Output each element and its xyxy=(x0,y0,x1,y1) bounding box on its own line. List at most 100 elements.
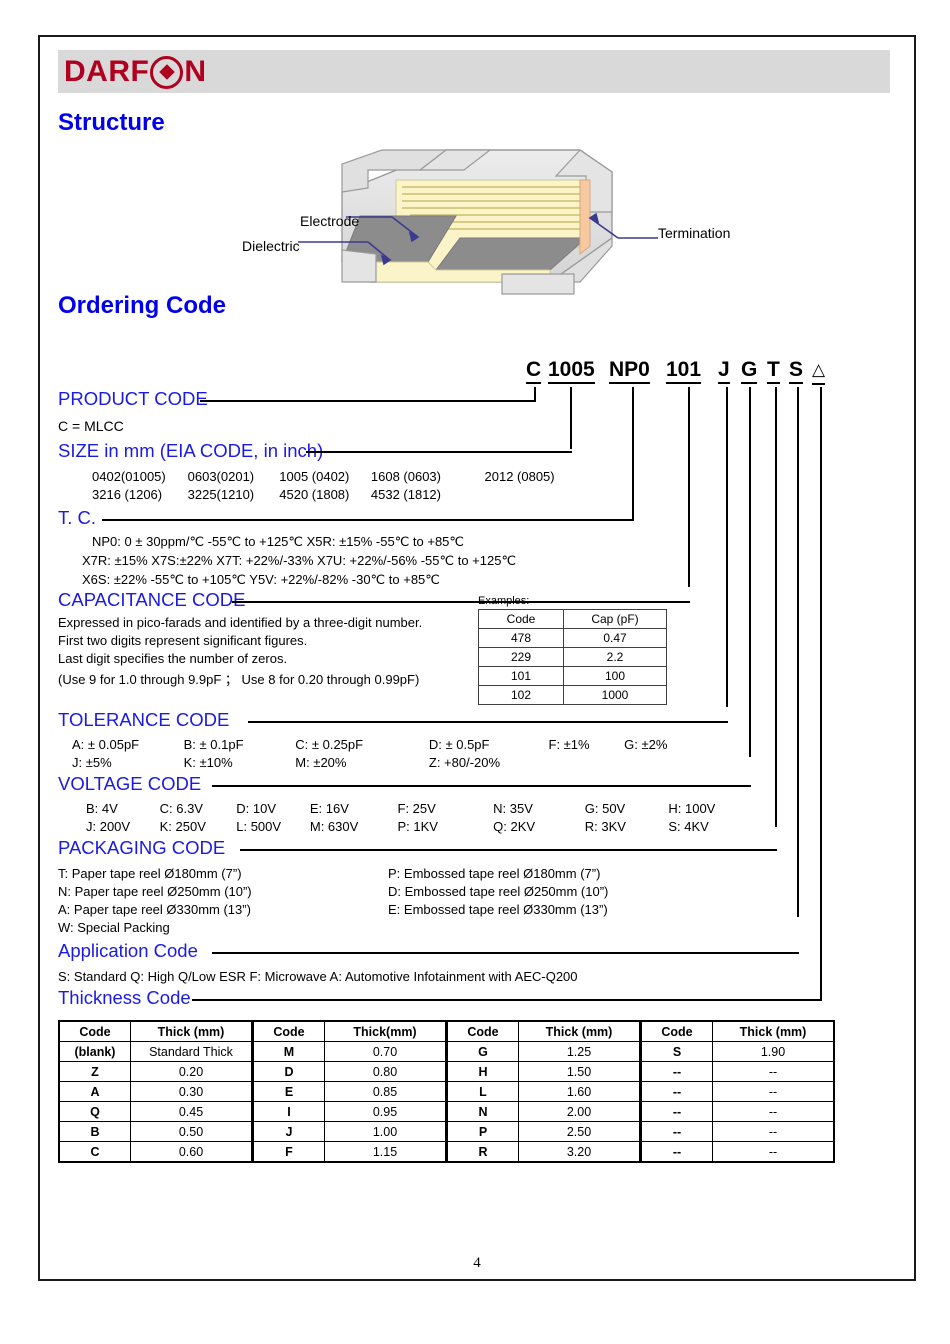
thk-header-5: Thick (mm) xyxy=(518,1020,641,1042)
leader-v-tc xyxy=(632,387,634,519)
page-number: 4 xyxy=(473,1255,481,1271)
leader-v-tolerance xyxy=(726,387,728,707)
table-row: (blank) Standard Thick M 0.70 G 1.25 S 1… xyxy=(58,1041,835,1062)
size-cell: 4532 (1812) xyxy=(370,487,441,502)
leader-v-packaging xyxy=(775,387,777,827)
brand-name-before: DARF xyxy=(64,55,150,88)
thk-cell: 1.50 xyxy=(518,1061,641,1082)
thk-cell: I xyxy=(251,1101,325,1122)
examples-header-code: Code xyxy=(478,609,564,629)
code-segment-voltage: G xyxy=(741,359,758,384)
leader-h-application xyxy=(212,952,799,954)
diagram-label-electrode: Electrode xyxy=(300,213,360,229)
voltage-cell: B: 4V xyxy=(86,801,118,816)
voltage-row-1: B: 4V C: 6.3V D: 10V E: 16V F: 25V N: 35… xyxy=(86,801,715,816)
code-segment-application: S xyxy=(789,359,804,384)
table-header-row: Code Cap (pF) xyxy=(478,609,667,629)
voltage-cell: Q: 2KV xyxy=(493,819,536,834)
table-row: 478 0.47 xyxy=(478,628,667,648)
thk-cell: S xyxy=(639,1041,713,1062)
diagram-label-termination: Termination xyxy=(658,225,731,241)
thk-cell: P xyxy=(445,1121,519,1142)
table-row: A 0.30 E 0.85 L 1.60 -- -- xyxy=(58,1081,835,1102)
application-line-1: S: Standard Q: High Q/Low ESR F: Microwa… xyxy=(58,969,578,984)
examples-table-wrapper: Examples: Code Cap (pF) 478 0.47 229 2.2… xyxy=(478,595,667,705)
examples-table: Code Cap (pF) 478 0.47 229 2.2 101 100 1… xyxy=(478,609,667,705)
leader-v-application xyxy=(797,387,799,917)
thk-cell: G xyxy=(445,1041,519,1062)
table-row: 229 2.2 xyxy=(478,647,667,667)
tolerance-cell: J: ±5% xyxy=(72,755,112,770)
thk-cell: 0.95 xyxy=(324,1101,447,1122)
thk-header-4: Code xyxy=(445,1020,519,1042)
thickness-code-heading: Thickness Code xyxy=(58,987,191,1008)
thk-cell: Standard Thick xyxy=(130,1041,253,1062)
size-cell: 1005 (0402) xyxy=(279,469,350,484)
thk-cell: 1.25 xyxy=(518,1041,641,1062)
thk-header-6: Code xyxy=(639,1020,713,1042)
leader-h-size xyxy=(306,451,572,453)
thickness-code-table: Code Thick (mm) Code Thick(mm) Code Thic… xyxy=(58,1020,835,1163)
table-row: Z 0.20 D 0.80 H 1.50 -- -- xyxy=(58,1061,835,1082)
thk-cell: -- xyxy=(639,1121,713,1142)
thk-cell: E xyxy=(251,1081,325,1102)
voltage-row-2: J: 200V K: 250V L: 500V M: 630V P: 1KV Q… xyxy=(86,819,709,834)
tolerance-cell: B: ± 0.1pF xyxy=(183,737,244,752)
code-segment-capacitance: 101 xyxy=(666,359,702,384)
size-cell: 0603(0201) xyxy=(187,469,255,484)
tc-line-3: X6S: ±22% -55℃ to +105℃ Y5V: +22%/-82% -… xyxy=(82,572,440,587)
thk-cell: 1.90 xyxy=(712,1041,835,1062)
tolerance-code-heading: TOLERANCE CODE xyxy=(58,709,230,730)
thk-cell: -- xyxy=(712,1141,835,1163)
product-code-line-1: C = MLCC xyxy=(58,418,124,434)
leader-v-thickness xyxy=(820,387,822,999)
capacitance-line-1: Expressed in pico-farads and identified … xyxy=(58,615,423,630)
tolerance-cell: C: ± 0.25pF xyxy=(295,737,364,752)
thk-cell: -- xyxy=(639,1061,713,1082)
ordering-code-string: C 1005 NP0 101 J G T S △ xyxy=(40,359,914,385)
thk-cell: C xyxy=(58,1141,131,1163)
thk-cell: Q xyxy=(58,1101,131,1122)
tolerance-cell: Z: +80/-20% xyxy=(428,755,501,770)
size-cell: 0402(01005) xyxy=(92,469,166,484)
size-cell: 3225(1210) xyxy=(187,487,255,502)
voltage-cell: P: 1KV xyxy=(397,819,438,834)
thk-cell: -- xyxy=(639,1081,713,1102)
page-frame: DARF N Structure Electrode Dielectric Te… xyxy=(38,35,916,1281)
thk-header-1: Thick (mm) xyxy=(130,1020,253,1042)
thk-cell: (blank) xyxy=(58,1041,131,1062)
thk-cell: 1.00 xyxy=(324,1121,447,1142)
capacitance-line-4: (Use 9 for 1.0 through 9.9pF ； Use 8 for… xyxy=(58,672,420,687)
voltage-cell: M: 630V xyxy=(309,819,359,834)
thk-cell: 0.85 xyxy=(324,1081,447,1102)
size-cell: 1608 (0603) xyxy=(370,469,441,484)
thk-cell: 3.20 xyxy=(518,1141,641,1163)
leader-h-tolerance xyxy=(248,721,728,723)
thk-header-7: Thick (mm) xyxy=(712,1020,835,1042)
thk-cell: 0.30 xyxy=(130,1081,253,1102)
thk-cell: H xyxy=(445,1061,519,1082)
voltage-cell: H: 100V xyxy=(668,801,716,816)
product-code-heading: PRODUCT CODE xyxy=(58,388,208,409)
tolerance-row-1: A: ± 0.05pF B: ± 0.1pF C: ± 0.25pF D: ± … xyxy=(72,737,667,752)
table-row: B 0.50 J 1.00 P 2.50 -- -- xyxy=(58,1121,835,1142)
thk-header-2: Code xyxy=(251,1020,325,1042)
table-row: 102 1000 xyxy=(478,685,667,705)
voltage-cell: L: 500V xyxy=(236,819,282,834)
tolerance-cell: M: ±20% xyxy=(295,755,347,770)
tolerance-cell: G: ±2% xyxy=(624,737,668,752)
brand-logo: DARF N xyxy=(64,54,207,90)
thk-cell: R xyxy=(445,1141,519,1163)
thk-cell: J xyxy=(251,1121,325,1142)
leader-v-capacitance xyxy=(688,387,690,587)
leader-h-packaging xyxy=(240,849,777,851)
code-segment-packaging: T xyxy=(767,359,780,384)
thk-cell: -- xyxy=(639,1101,713,1122)
packaging-left-1: T: Paper tape reel Ø180mm (7”) xyxy=(58,866,242,881)
size-code-heading: SIZE in mm (EIA CODE, in inch) xyxy=(58,440,324,461)
thk-cell: M xyxy=(251,1041,325,1062)
thk-cell: L xyxy=(445,1081,519,1102)
tc-line-2: X7R: ±15% X7S:±22% X7T: +22%/-33% X7U: +… xyxy=(82,553,517,568)
thk-cell: 1.15 xyxy=(324,1141,447,1163)
examples-cell: 0.47 xyxy=(563,628,667,648)
